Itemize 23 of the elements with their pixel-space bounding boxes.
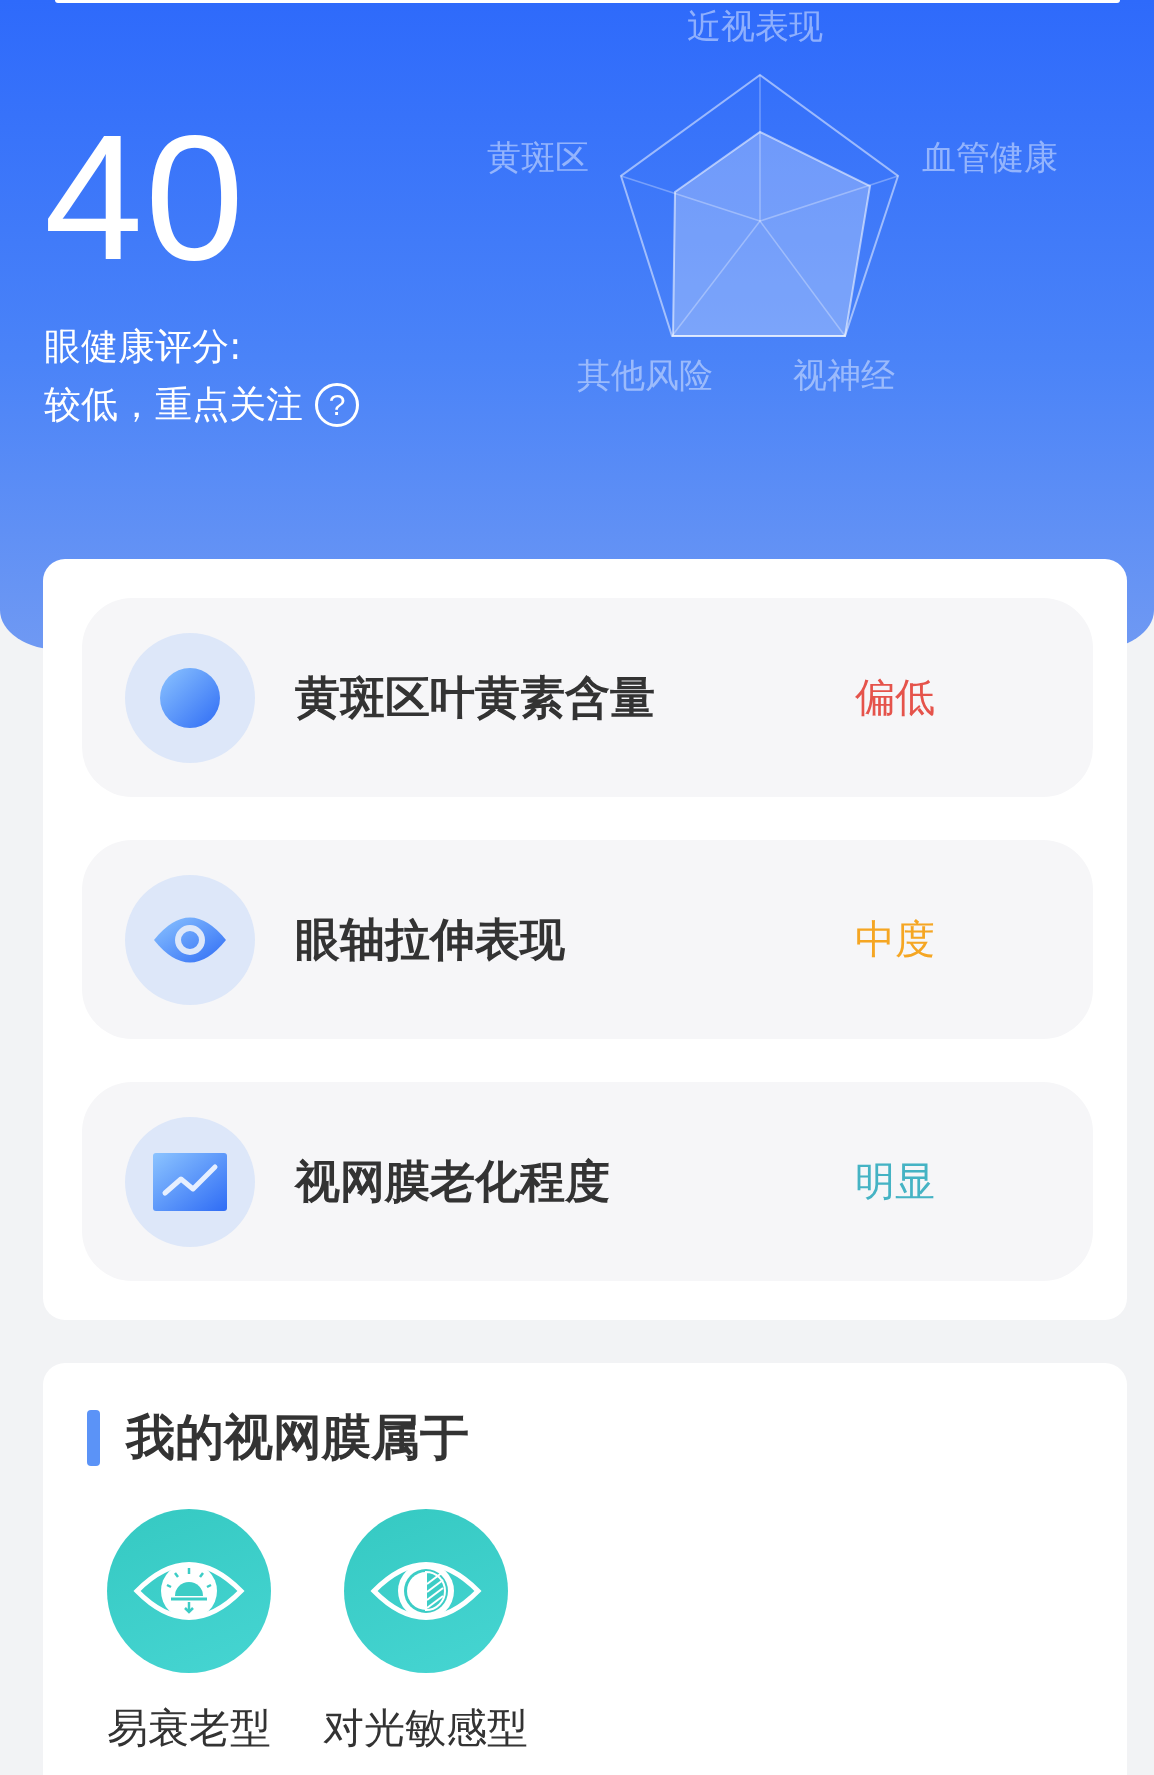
trend-chart-icon [153,1152,227,1211]
radar-label: 近视表现 [687,6,823,46]
radar-label: 视神经 [793,355,895,395]
radar-label: 血管健康 [922,137,1058,177]
type-label: 易衰老型 [107,1703,271,1754]
indicator-value: 中度 [855,915,935,964]
indicator-row[interactable]: 眼轴拉伸表现 中度 [82,840,1093,1039]
score-status: 较低，重点关注 [44,382,303,428]
indicator-row[interactable]: 黄斑区叶黄素含量 偏低 [82,598,1093,797]
indicator-name: 眼轴拉伸表现 [295,911,566,968]
type-label: 对光敏感型 [323,1703,528,1754]
radar-label: 其他风险 [577,355,713,395]
score-label: 眼健康评分: [44,324,242,370]
indicator-name: 视网膜老化程度 [295,1153,611,1210]
health-score: 40 [44,123,247,273]
indicator-value: 明显 [855,1157,935,1206]
dot-icon [160,667,220,728]
indicator-value: 偏低 [855,673,935,722]
radar-label: 黄斑区 [487,137,589,177]
section-title: 我的视网膜属于 [126,1408,469,1468]
title-accent-bar [87,1410,100,1466]
indicator-name: 黄斑区叶黄素含量 [295,669,656,726]
indicator-row[interactable]: 视网膜老化程度 明显 [82,1082,1093,1281]
